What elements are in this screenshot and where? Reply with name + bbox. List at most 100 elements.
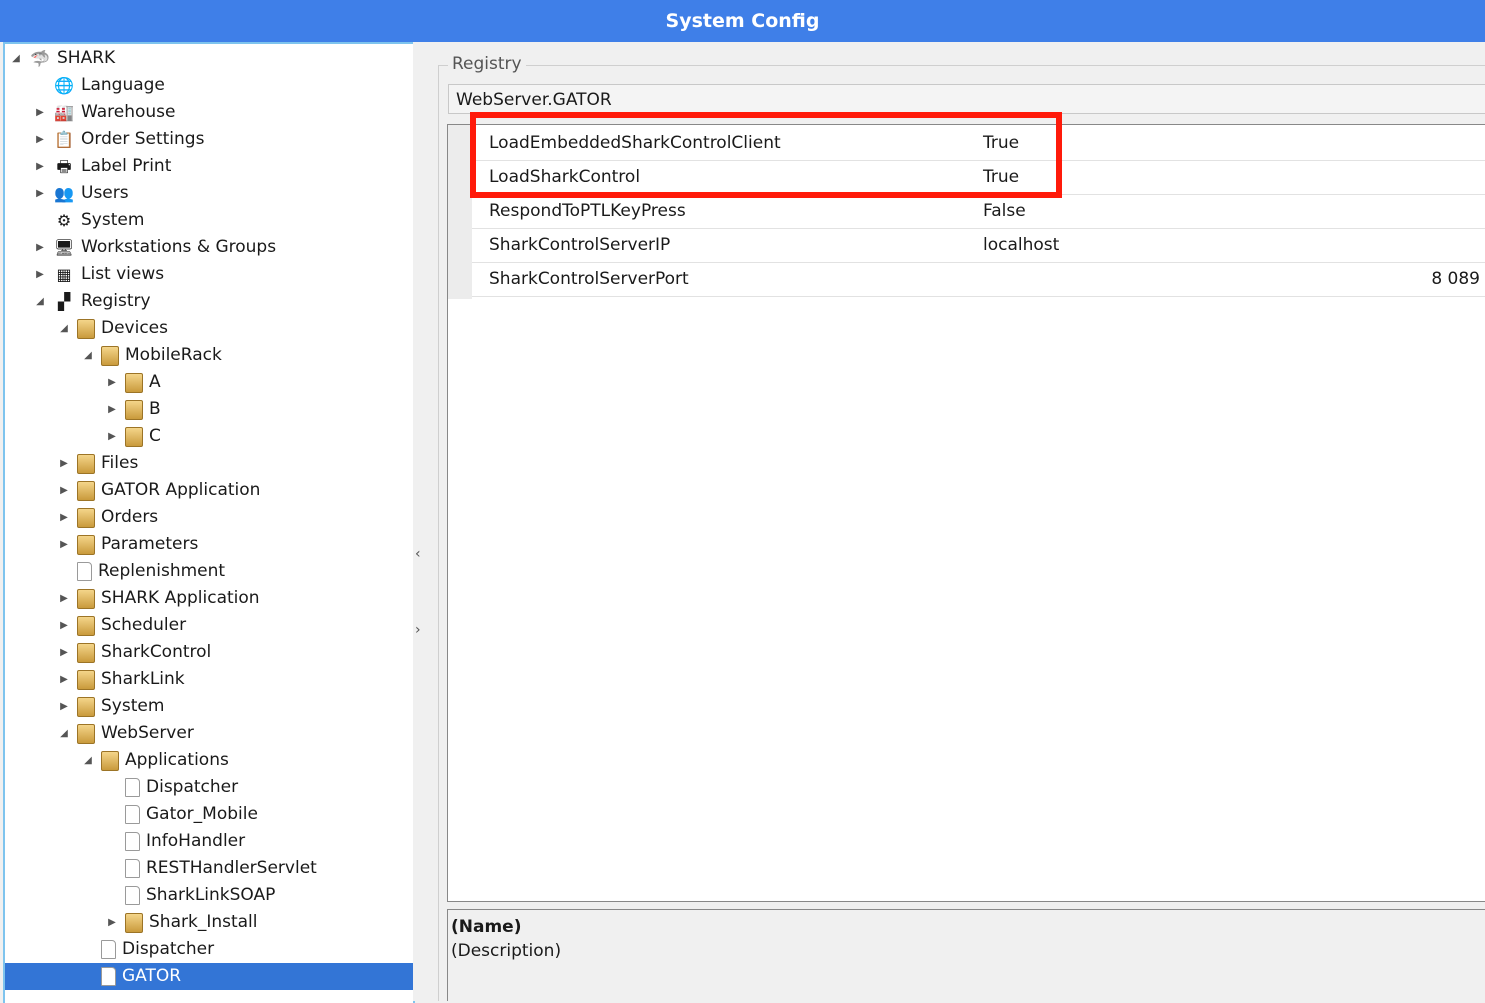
tree-item-label: System <box>101 696 165 716</box>
collapse-arrow-icon[interactable]: ◢ <box>57 720 71 747</box>
tree-item[interactable]: ▶ Orders <box>57 504 158 531</box>
tree-item[interactable]: RESTHandlerServlet <box>105 855 317 882</box>
expand-arrow-icon[interactable]: ▶ <box>105 396 119 423</box>
expand-arrow-icon[interactable]: ▶ <box>105 369 119 396</box>
registry-tree[interactable]: ◢ 🦈 SHARK 🌐 Language ▶ 🏭 Warehouse ▶ 📋 Order Setti… <box>3 42 415 1003</box>
tree-item-label: Dispatcher <box>146 777 239 797</box>
tree-item[interactable]: ▶ Parameters <box>57 531 198 558</box>
property-row[interactable]: LoadSharkControl True <box>472 160 1485 195</box>
tree-item[interactable]: ▶ A <box>105 369 161 396</box>
property-value[interactable]: 8 089 <box>1431 262 1480 296</box>
expand-arrow-icon[interactable]: ▶ <box>57 666 71 693</box>
expand-arrow-icon[interactable]: ▶ <box>57 585 71 612</box>
tree-item[interactable]: ▶ System <box>57 693 164 720</box>
property-name: SharkControlServerPort <box>489 269 689 289</box>
tree-item-label: GATOR Application <box>101 480 261 500</box>
tree-item-label: Label Print <box>81 156 172 176</box>
tree-item-label: Users <box>81 183 129 203</box>
tree-item[interactable]: ▶ GATOR Application <box>57 477 260 504</box>
expand-arrow-icon[interactable]: ▶ <box>57 639 71 666</box>
expand-arrow-icon[interactable]: ▶ <box>105 423 119 450</box>
expand-right-icon[interactable]: › <box>415 622 421 638</box>
tree-item[interactable]: GATOR <box>5 963 413 990</box>
tree-item-label: InfoHandler <box>146 831 246 851</box>
order-settings-icon: 📋 <box>54 129 74 149</box>
expand-arrow-icon[interactable]: ▶ <box>33 180 47 207</box>
panel-splitter[interactable]: ‹ › <box>413 42 429 1001</box>
expand-arrow-icon[interactable]: ▶ <box>57 693 71 720</box>
tree-item[interactable]: ▶ Scheduler <box>57 612 186 639</box>
group-border <box>438 65 1485 66</box>
tree-item[interactable]: ▶ 📋 Order Settings <box>33 126 204 153</box>
tree-item[interactable]: ◢ Devices <box>57 315 168 342</box>
property-value[interactable]: True <box>983 126 1019 160</box>
folder-icon <box>77 453 95 474</box>
tree-item-label: Orders <box>101 507 159 527</box>
shark-logo-icon: 🦈 <box>30 48 50 68</box>
tree-item[interactable]: ⚙ System <box>33 207 145 234</box>
folder-icon <box>77 642 95 663</box>
tree-item[interactable]: ▶ 🖶 Label Print <box>33 153 171 180</box>
folder-icon <box>125 372 143 393</box>
property-row[interactable]: RespondToPTLKeyPress False <box>472 194 1485 229</box>
collapse-arrow-icon[interactable]: ◢ <box>9 45 23 72</box>
expand-arrow-icon[interactable]: ▶ <box>33 261 47 288</box>
folder-icon <box>101 345 119 366</box>
property-value[interactable]: True <box>983 160 1019 194</box>
collapse-arrow-icon[interactable]: ◢ <box>81 342 95 369</box>
tree-item[interactable]: Dispatcher <box>81 936 214 963</box>
expand-arrow-icon[interactable]: ▶ <box>57 477 71 504</box>
expand-arrow-icon[interactable]: ▶ <box>57 450 71 477</box>
expand-arrow-icon[interactable]: ▶ <box>57 531 71 558</box>
tree-item[interactable]: Dispatcher <box>105 774 238 801</box>
tree-item[interactable]: ▶ 👥 Users <box>33 180 129 207</box>
folder-icon <box>77 318 95 339</box>
property-value[interactable]: False <box>983 194 1026 228</box>
group-label: Registry <box>448 54 526 74</box>
tree-item[interactable]: ◢ ▞ Registry <box>33 288 150 315</box>
tree-item[interactable]: ◢ MobileRack <box>81 342 222 369</box>
tree-item[interactable]: Gator_Mobile <box>105 801 258 828</box>
collapse-arrow-icon[interactable]: ◢ <box>81 747 95 774</box>
tree-item-label: SharkLink <box>101 669 185 689</box>
expand-arrow-icon[interactable]: ▶ <box>33 126 47 153</box>
expand-arrow-icon[interactable]: ▶ <box>57 504 71 531</box>
tree-item[interactable]: ▶ 🏭 Warehouse <box>33 99 175 126</box>
collapse-arrow-icon[interactable]: ◢ <box>33 288 47 315</box>
tree-item[interactable]: ◢ 🦈 SHARK <box>9 45 115 72</box>
tree-item[interactable]: ▶ 🖥 Workstations & Groups <box>33 234 276 261</box>
property-name: RespondToPTLKeyPress <box>489 201 686 221</box>
tree-item[interactable]: ▶ Files <box>57 450 138 477</box>
window-title: System Config <box>0 0 1485 42</box>
tree-item[interactable]: ▶ SHARK Application <box>57 585 260 612</box>
tree-item[interactable]: ◢ WebServer <box>57 720 194 747</box>
property-value[interactable]: localhost <box>983 228 1059 262</box>
tree-item[interactable]: ▶ SharkControl <box>57 639 211 666</box>
expand-arrow-icon[interactable]: ▶ <box>33 153 47 180</box>
tree-item[interactable]: 🌐 Language <box>33 72 165 99</box>
tree-item[interactable]: ▶ C <box>105 423 161 450</box>
tree-item[interactable]: ▶ ▦ List views <box>33 261 164 288</box>
document-icon <box>125 886 140 905</box>
tree-item[interactable]: ▶ SharkLink <box>57 666 185 693</box>
collapse-arrow-icon[interactable]: ◢ <box>57 315 71 342</box>
expand-arrow-icon[interactable]: ▶ <box>33 99 47 126</box>
expand-arrow-icon[interactable]: ▶ <box>105 909 119 936</box>
property-row[interactable]: SharkControlServerIP localhost <box>472 228 1485 263</box>
property-name: LoadEmbeddedSharkControlClient <box>489 133 781 153</box>
property-row[interactable]: LoadEmbeddedSharkControlClient True <box>472 126 1485 161</box>
collapse-left-icon[interactable]: ‹ <box>415 546 421 562</box>
document-icon <box>77 562 92 581</box>
expand-arrow-icon[interactable]: ▶ <box>57 612 71 639</box>
tree-item[interactable]: InfoHandler <box>105 828 245 855</box>
property-grid[interactable]: LoadEmbeddedSharkControlClient True LoadSh… <box>447 124 1485 902</box>
property-row[interactable]: SharkControlServerPort 8 089 <box>472 262 1485 297</box>
globe-icon: 🌐 <box>54 75 74 95</box>
tree-item[interactable]: ▶ Shark_Install <box>105 909 258 936</box>
tree-item[interactable]: ▶ B <box>105 396 161 423</box>
tree-item[interactable]: ◢ Applications <box>81 747 229 774</box>
registry-path-field[interactable]: WebServer.GATOR <box>448 84 1485 114</box>
expand-arrow-icon[interactable]: ▶ <box>33 234 47 261</box>
tree-item[interactable]: SharkLinkSOAP <box>105 882 275 909</box>
tree-item[interactable]: Replenishment <box>57 558 225 585</box>
